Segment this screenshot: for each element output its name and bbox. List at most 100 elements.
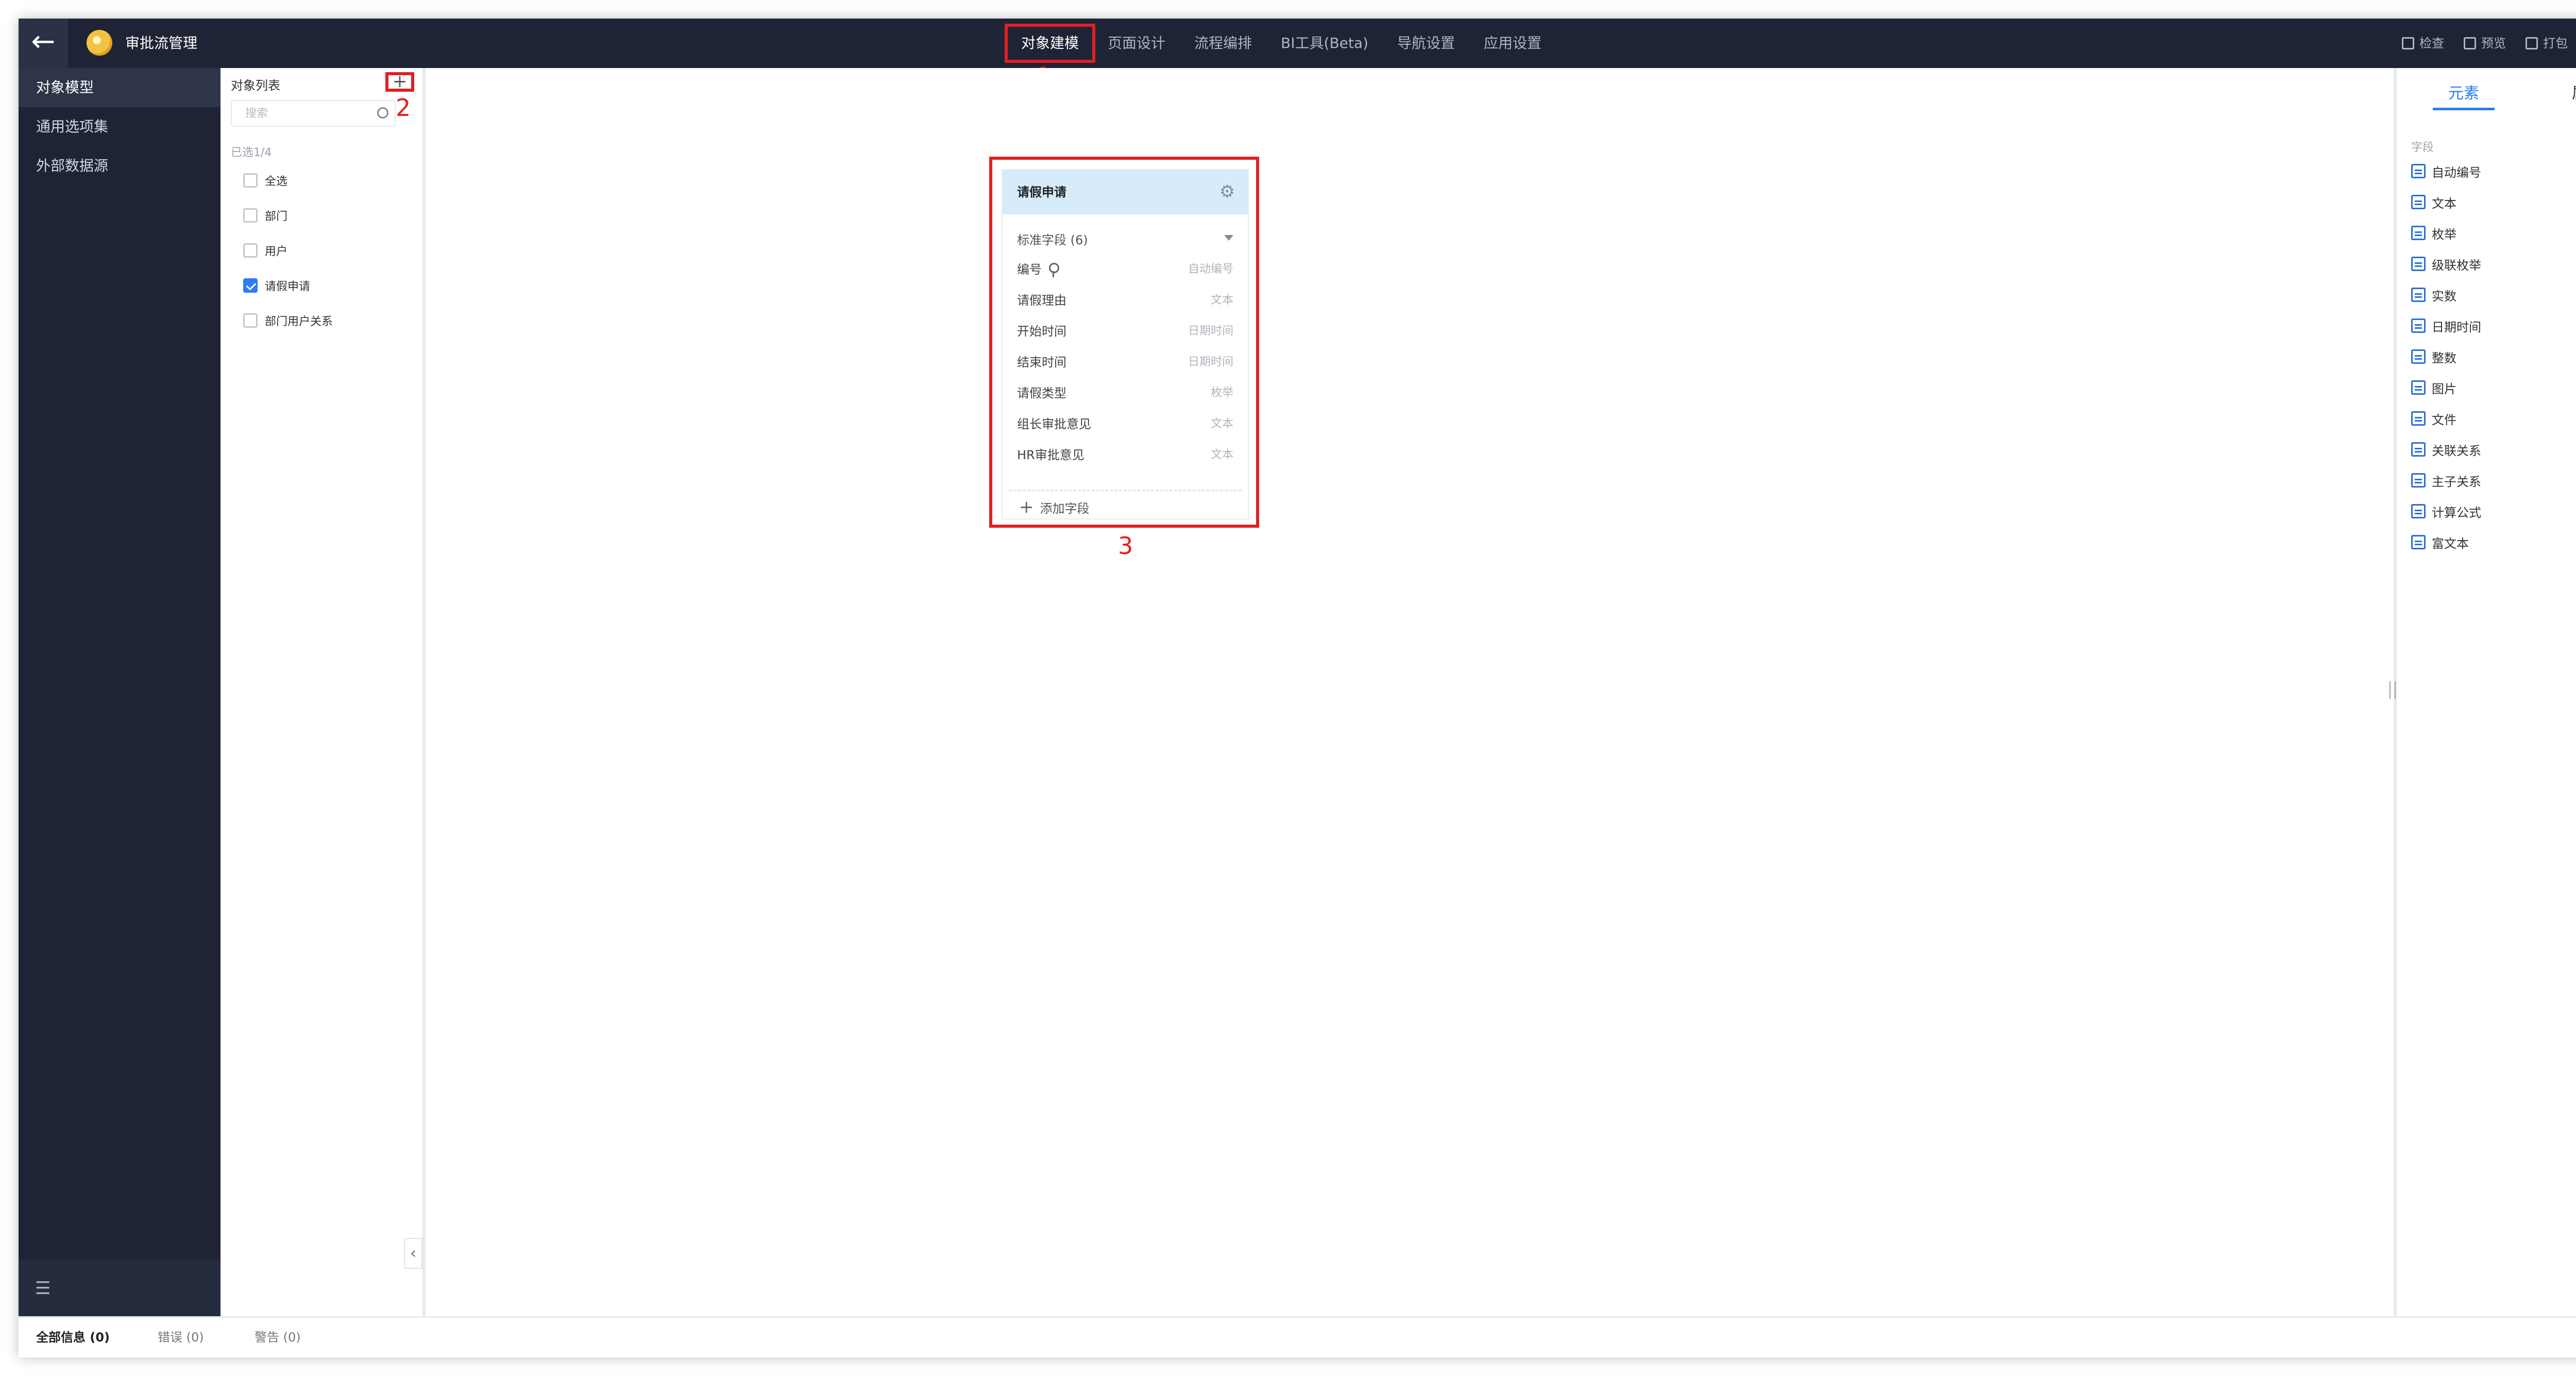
right-panel: 元素 属性 字段 自动编号 文本 枚举 级联枚举 实数 日期时间 整数 图片 文… [2389,68,2576,1316]
object-item-user[interactable]: 用户 [243,240,287,261]
plus-icon: + [1019,497,1034,517]
object-card-title: 请假申请 [1017,185,1066,199]
calendar-icon [2411,318,2426,333]
message-bar: 全部信息 (0) 错误 (0) 警告 (0) ⌄ [19,1316,2576,1357]
field-row[interactable]: 编号 自动编号 [1017,253,1233,283]
master-detail-icon [2411,473,2426,488]
tab-errors[interactable]: 错误 (0) [158,1318,204,1357]
image-icon [2411,380,2426,395]
search-box [231,100,396,127]
annotation-marker-2: 2 [396,94,411,122]
component-datetime[interactable]: 日期时间 [2411,315,2481,336]
menu-collapse-icon[interactable]: ☰ [35,1278,50,1299]
back-button[interactable]: ← [19,19,68,68]
object-card[interactable]: 请假申请 ⚙ 标准字段 (6) 编号 自动编号 请假理由 文本 开始时间 日期时… [1002,169,1249,519]
section-label-fields: 字段 [2411,141,2434,154]
checkbox[interactable] [243,313,258,328]
enum-icon [2411,226,2426,240]
sidebar-footer: ☰ [19,1260,221,1316]
tab-page-design[interactable]: 页面设计 [1093,19,1180,68]
tab-navigation-settings[interactable]: 导航设置 [1383,19,1469,68]
tab-app-settings[interactable]: 应用设置 [1469,19,1556,68]
formula-icon [2411,504,2426,518]
text-icon [2411,195,2426,209]
package-button[interactable]: 打包 [2526,19,2568,68]
chevron-left-icon: ‹ [410,1243,417,1263]
sidebar-item-option-sets[interactable]: 通用选项集 [19,107,221,146]
tab-object-modeling[interactable]: 对象建模 [1004,19,1096,68]
gear-icon[interactable]: ⚙ [1218,182,1236,201]
app-title: 审批流管理 [125,35,198,52]
field-row[interactable]: HR审批意见 文本 [1017,438,1233,469]
field-row[interactable]: 结束时间 日期时间 [1017,345,1233,376]
object-list-panel: 对象列表 + 2 已选1/4 全选 部门 用户 请假申请 部门用户关系 ‹ [221,68,426,1316]
caret-down-icon [1224,235,1233,241]
checkbox[interactable] [243,243,258,258]
component-formula[interactable]: 计算公式 [2411,501,2481,522]
resize-handle[interactable] [2389,681,2396,699]
toolbar-actions: 检查 预览 打包 发布 [2382,19,2576,68]
field-row[interactable]: 请假类型 枚举 [1017,376,1233,407]
tab-warnings[interactable]: 警告 (0) [255,1318,301,1357]
standard-fields-toggle[interactable]: 标准字段 (6) [1017,230,1233,248]
rich-text-icon [2411,535,2426,549]
auto-number-icon [2411,164,2426,178]
component-text[interactable]: 文本 [2411,192,2456,212]
tab-flow-orchestration[interactable]: 流程编排 [1180,19,1266,68]
real-number-icon [2411,288,2426,302]
app-logo-icon [87,30,112,56]
relation-icon [2411,442,2426,457]
model-canvas[interactable]: 请假申请 ⚙ 标准字段 (6) 编号 自动编号 请假理由 文本 开始时间 日期时… [426,68,2394,1316]
sidebar: 对象模型 通用选项集 外部数据源 ☰ [19,68,221,1316]
preview-button[interactable]: 预览 [2464,19,2506,68]
arrow-left-icon: ← [31,25,56,58]
top-bar: ← 审批流管理 对象建模 页面设计 流程编排 BI工具(Beta) 导航设置 应… [19,19,2576,68]
object-list-title: 对象列表 [231,78,280,93]
annotation-marker-3: 3 [1118,532,1133,560]
tab-bi-tools[interactable]: BI工具(Beta) [1266,19,1383,68]
right-panel-tabs: 元素 属性 [2397,78,2576,110]
folder-icon [2411,411,2426,426]
component-auto-number[interactable]: 自动编号 [2411,161,2481,181]
cascade-enum-icon [2411,257,2426,271]
component-enum[interactable]: 枚举 [2411,223,2456,243]
field-row[interactable]: 开始时间 日期时间 [1017,314,1233,345]
search-input[interactable] [232,101,371,126]
package-icon [2526,37,2538,49]
object-item-dept-user-relation[interactable]: 部门用户关系 [243,310,333,331]
checkbox[interactable] [243,208,258,223]
check-button[interactable]: 检查 [2402,19,2444,68]
object-item-leave-request[interactable]: 请假申请 [243,275,310,296]
field-row[interactable]: 组长审批意见 文本 [1017,407,1233,438]
preview-icon [2464,37,2476,49]
divider [1009,490,1242,491]
field-row[interactable]: 请假理由 文本 [1017,283,1233,314]
selected-count: 已选1/4 [231,146,272,159]
sidebar-item-object-model[interactable]: 对象模型 [19,68,221,107]
search-icon[interactable] [377,107,388,119]
add-field-button[interactable]: + 添加字段 [1019,497,1090,517]
object-item-select-all[interactable]: 全选 [243,170,287,191]
object-card-header[interactable]: 请假申请 ⚙ [1003,170,1248,214]
checkbox-checked[interactable] [243,278,258,293]
component-rich-text[interactable]: 富文本 [2411,532,2469,552]
component-relation[interactable]: 关联关系 [2411,439,2481,460]
main-nav: 对象建模 页面设计 流程编排 BI工具(Beta) 导航设置 应用设置 [1004,19,1556,68]
app-window: ← 审批流管理 对象建模 页面设计 流程编排 BI工具(Beta) 导航设置 应… [19,19,2576,1357]
component-image[interactable]: 图片 [2411,377,2456,398]
checkbox[interactable] [243,173,258,188]
sidebar-item-external-data[interactable]: 外部数据源 [19,146,221,186]
check-icon [2402,37,2414,49]
object-item-department[interactable]: 部门 [243,205,287,226]
component-cascade-enum[interactable]: 级联枚举 [2411,254,2481,274]
component-integer[interactable]: 整数 [2411,346,2456,367]
tab-elements[interactable]: 元素 [2422,78,2505,110]
add-object-button[interactable]: + [385,72,414,92]
key-icon [1049,263,1059,277]
component-file[interactable]: 文件 [2411,408,2456,429]
collapse-panel-button[interactable]: ‹ [404,1238,422,1269]
tab-all-messages[interactable]: 全部信息 (0) [36,1318,110,1357]
component-master-detail[interactable]: 主子关系 [2411,470,2481,491]
component-real-number[interactable]: 实数 [2411,284,2456,305]
tab-properties[interactable]: 属性 [2546,78,2576,109]
